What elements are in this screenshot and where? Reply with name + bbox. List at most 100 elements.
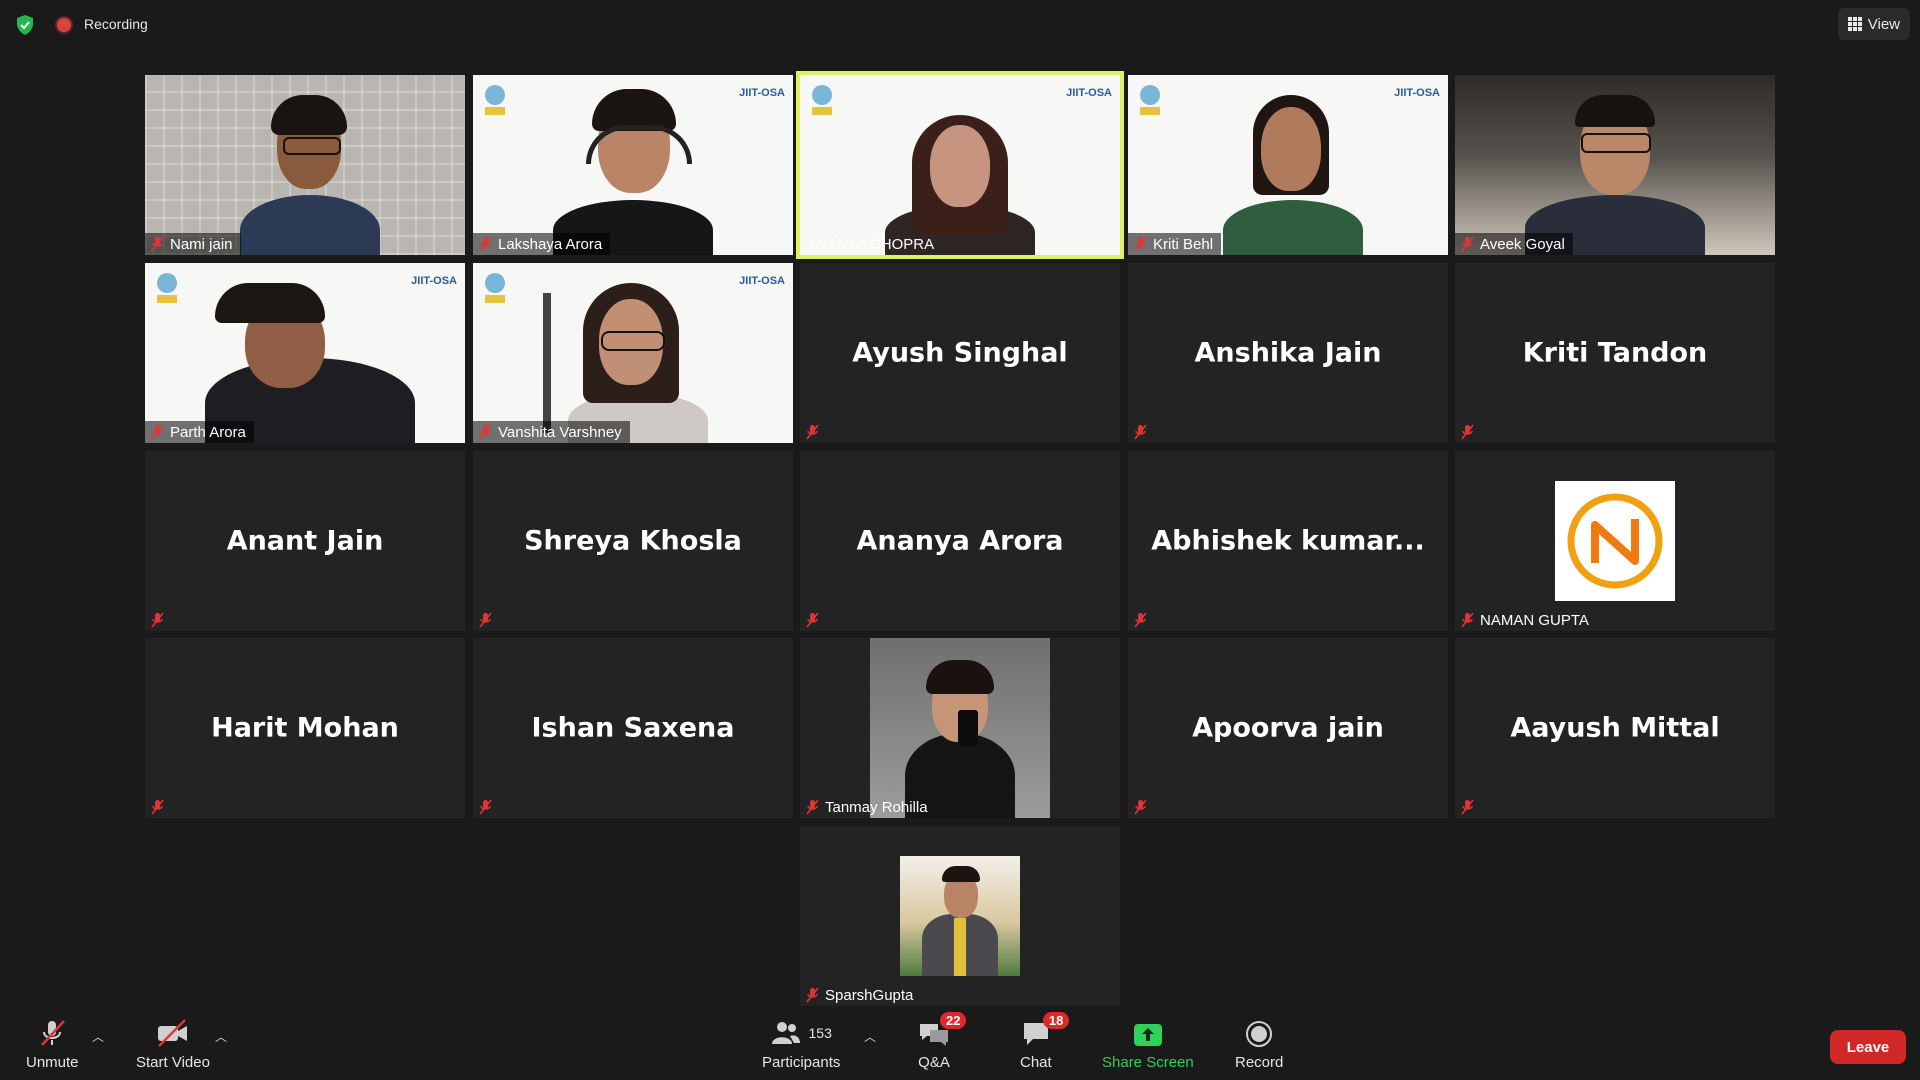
participant-tile[interactable]: Shreya Khosla xyxy=(473,451,793,631)
participant-tile[interactable]: JIIT-OSA Kriti Behl xyxy=(1128,75,1448,255)
encryption-shield-icon[interactable] xyxy=(16,15,34,35)
participant-tile[interactable]: Ishan Saxena xyxy=(473,638,793,818)
participant-name: NAMAN GUPTA xyxy=(1480,611,1589,629)
participant-tile[interactable]: JIIT-OSA Vanshita Varshney xyxy=(473,263,793,443)
qa-badge: 22 xyxy=(940,1012,967,1029)
participant-video xyxy=(145,75,465,255)
muted-mic-icon xyxy=(806,424,819,440)
chat-label: Chat xyxy=(1020,1054,1052,1071)
participant-tile[interactable]: Harit Mohan xyxy=(145,638,465,818)
participant-nameplate xyxy=(1128,421,1155,443)
participant-tile[interactable]: NAMAN GUPTA xyxy=(1455,451,1775,631)
participant-name-center: Shreya Khosla xyxy=(524,525,742,557)
osa-logo-text: JIIT-OSA xyxy=(1066,87,1112,99)
recording-dot-icon xyxy=(57,18,71,32)
participant-nameplate: Tanmay Rohilla xyxy=(800,796,936,818)
muted-mic-icon xyxy=(479,612,492,628)
participant-name: Parth Arora xyxy=(170,423,246,441)
participant-name: Lakshaya Arora xyxy=(498,235,603,253)
participant-nameplate xyxy=(1455,796,1482,818)
participant-name: Tanmay Rohilla xyxy=(825,798,928,816)
view-button-label: View xyxy=(1867,15,1900,33)
participant-video xyxy=(1455,75,1775,255)
participant-nameplate: Aveek Goyal xyxy=(1455,233,1573,255)
participant-nameplate: NAMAN GUPTA xyxy=(1455,609,1597,631)
profile-picture xyxy=(870,638,1050,818)
muted-mic-icon xyxy=(1461,612,1474,628)
participant-tile[interactable]: Aayush Mittal xyxy=(1455,638,1775,818)
video-options-caret-icon[interactable]: ︿ xyxy=(215,1028,227,1045)
participant-name-center: Ayush Singhal xyxy=(852,337,1068,369)
participant-nameplate xyxy=(473,609,500,631)
participant-nameplate: Nami jain xyxy=(145,233,241,255)
muted-mic-icon xyxy=(806,799,819,815)
audio-options-caret-icon[interactable]: ︿ xyxy=(92,1028,104,1045)
participant-tile[interactable]: Anant Jain xyxy=(145,451,465,631)
participant-nameplate: Lakshaya Arora xyxy=(473,233,611,255)
muted-mic-icon xyxy=(1461,236,1474,252)
unmute-button[interactable]: Unmute xyxy=(26,1018,79,1071)
participant-name: ANANYA CHOPRA xyxy=(806,235,935,253)
participant-tile[interactable]: JIIT-OSA Lakshaya Arora xyxy=(473,75,793,255)
share-screen-button[interactable]: Share Screen xyxy=(1102,1018,1194,1071)
participant-video: JIIT-OSA xyxy=(1128,75,1448,255)
profile-picture xyxy=(1555,481,1675,601)
participant-tile[interactable]: Kriti Tandon xyxy=(1455,263,1775,443)
jiit-logo-icon xyxy=(485,85,505,115)
participants-options-caret-icon[interactable]: ︿ xyxy=(864,1028,876,1045)
participant-nameplate: Parth Arora xyxy=(145,421,254,443)
qa-button[interactable]: 22 Q&A xyxy=(918,1012,967,1071)
participant-tile[interactable]: Abhishek kumar... xyxy=(1128,451,1448,631)
view-button[interactable]: View xyxy=(1837,8,1910,40)
participant-video: JIIT-OSA xyxy=(145,263,465,443)
muted-mic-icon xyxy=(806,612,819,628)
participant-tile[interactable]: Anshika Jain xyxy=(1128,263,1448,443)
participant-name: Nami jain xyxy=(170,235,233,253)
participant-nameplate xyxy=(800,421,827,443)
osa-logo-text: JIIT-OSA xyxy=(739,275,785,287)
participant-tile[interactable]: Ayush Singhal xyxy=(800,263,1120,443)
participant-video: JIIT-OSA xyxy=(473,75,793,255)
start-video-button[interactable]: Start Video xyxy=(136,1018,210,1071)
participant-tile-active-speaker[interactable]: JIIT-OSA ANANYA CHOPRA xyxy=(800,75,1120,255)
participant-nameplate xyxy=(145,609,172,631)
participant-name-center: Anant Jain xyxy=(226,525,384,557)
muted-microphone-icon xyxy=(41,1020,66,1046)
video-off-icon xyxy=(157,1019,187,1047)
muted-mic-icon xyxy=(1134,612,1147,628)
participant-name-center: Kriti Tandon xyxy=(1522,337,1708,369)
zoom-meeting-window: Recording View Nami jain JIIT-OSA Laksha… xyxy=(0,0,1920,1080)
participant-name-center: Apoorva jain xyxy=(1192,712,1384,744)
participant-nameplate xyxy=(1128,609,1155,631)
muted-mic-icon xyxy=(1461,424,1474,440)
qa-label: Q&A xyxy=(918,1054,950,1071)
profile-picture xyxy=(900,856,1020,976)
participants-button[interactable]: 153 Participants xyxy=(762,1018,840,1071)
participants-count: 153 xyxy=(808,1025,832,1041)
record-label: Record xyxy=(1235,1054,1284,1071)
participant-nameplate xyxy=(145,796,172,818)
record-icon xyxy=(1246,1021,1273,1047)
muted-mic-icon xyxy=(151,799,164,815)
chat-button[interactable]: 18 Chat xyxy=(1020,1012,1070,1071)
share-screen-icon xyxy=(1133,1024,1162,1046)
unmute-label: Unmute xyxy=(26,1054,79,1071)
participant-tile[interactable]: Tanmay Rohilla xyxy=(800,638,1120,818)
muted-mic-icon xyxy=(479,424,492,440)
participant-tile[interactable]: Ananya Arora xyxy=(800,451,1120,631)
participant-tile[interactable]: Apoorva jain xyxy=(1128,638,1448,818)
participant-name: Kriti Behl xyxy=(1153,235,1214,253)
record-button[interactable]: Record xyxy=(1235,1018,1283,1071)
leave-button[interactable]: Leave xyxy=(1830,1030,1906,1064)
participant-tile[interactable]: Nami jain xyxy=(145,75,465,255)
osa-logo-text: JIIT-OSA xyxy=(739,87,785,99)
participant-tile[interactable]: JIIT-OSA Parth Arora xyxy=(145,263,465,443)
participant-name: Vanshita Varshney xyxy=(498,423,622,441)
participant-tile[interactable]: Aveek Goyal xyxy=(1455,75,1775,255)
osa-logo-text: JIIT-OSA xyxy=(1394,87,1440,99)
muted-mic-icon xyxy=(1134,236,1147,252)
muted-mic-icon xyxy=(479,236,492,252)
participant-name-center: Anshika Jain xyxy=(1194,337,1382,369)
participant-tile[interactable]: SparshGupta xyxy=(800,826,1120,1006)
participant-nameplate xyxy=(473,796,500,818)
